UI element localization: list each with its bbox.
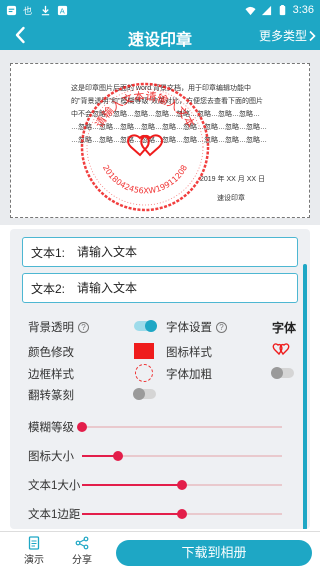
signal-icon: [261, 5, 271, 15]
icon-style-option: 图标样式: [166, 344, 212, 360]
svg-text:A: A: [60, 6, 65, 15]
slider-label: 文本1大小: [28, 480, 81, 492]
text1-label: 文本1:: [31, 245, 66, 260]
color-modify-label: 颜色修改: [28, 347, 74, 359]
blur-level-slider[interactable]: [77, 422, 282, 432]
share-button[interactable]: 分享: [62, 536, 102, 566]
settings-panel: 文本1: 文本2: 背景透明 ? 字体设置 ? 字体 颜色修改 图标样式 边框样…: [10, 229, 310, 529]
text1-margin-slider[interactable]: [82, 509, 282, 519]
text2-field[interactable]: 文本2:: [22, 273, 298, 303]
font-bold-label: 字体加粗: [166, 369, 212, 381]
font-name-button[interactable]: 字体: [272, 319, 296, 336]
text1-input[interactable]: [77, 245, 277, 259]
preview-document: 这是印章图片后面的 word 背景文档，用于印章编辑功能中 的"背景透明"和"模…: [10, 63, 310, 218]
status-time: 3:36: [292, 4, 314, 16]
icon-size-slider[interactable]: [82, 451, 282, 461]
flip-seal-label: 翻转篆刻: [28, 390, 74, 402]
stamp-text-bottom: 2018042456XW19911208: [101, 164, 189, 196]
bg-transparent-option: 背景透明 ?: [28, 319, 89, 335]
wifi-icon: [245, 6, 256, 15]
font-bold-toggle[interactable]: [271, 367, 294, 379]
border-style-label: 边框样式: [28, 369, 74, 381]
stamp-image: 请输入文本请输入文本 2018042456XW19911208: [80, 82, 210, 212]
bg-transparent-toggle[interactable]: [134, 320, 157, 332]
doc-signature: 速设印章: [217, 195, 245, 202]
slider-thumb[interactable]: [177, 509, 187, 519]
svg-text:也: 也: [23, 5, 32, 16]
slider-fill: [82, 513, 182, 515]
demo-button[interactable]: 演示: [14, 536, 54, 566]
document-icon: [28, 536, 40, 550]
icon-style-label: 图标样式: [166, 347, 212, 359]
more-types-label: 更多类型: [258, 29, 307, 43]
slider-label: 图标大小: [28, 451, 74, 463]
bg-transparent-label: 背景透明: [28, 322, 74, 334]
help-icon[interactable]: ?: [78, 321, 89, 333]
toggle-knob: [133, 388, 145, 400]
text1-field[interactable]: 文本1:: [22, 237, 298, 267]
toggle-knob: [145, 320, 157, 332]
slider-thumb[interactable]: [177, 480, 187, 490]
border-style-option: 边框样式: [28, 366, 74, 382]
slider-thumb[interactable]: [113, 451, 123, 461]
text1-size-slider[interactable]: [82, 480, 282, 490]
font-bold-option: 字体加粗: [166, 366, 212, 382]
slider-label: 文本1边距: [28, 509, 81, 521]
panel-scrollbar[interactable]: [303, 264, 307, 529]
border-style-preview[interactable]: [135, 364, 153, 382]
stamp-heart-icon: [127, 134, 163, 157]
demo-label: 演示: [24, 555, 44, 566]
color-swatch[interactable]: [134, 343, 154, 359]
stamp-preview-area: 这是印章图片后面的 word 背景文档，用于印章编辑功能中 的"背景透明"和"模…: [0, 50, 320, 225]
flip-seal-option: 翻转篆刻: [28, 387, 74, 403]
font-setting-label: 字体设置: [166, 322, 212, 334]
text-notification-icon: A: [57, 5, 68, 15]
bottom-bar: 演示 分享 下载到相册: [0, 531, 320, 569]
slider-label: 模糊等级: [28, 422, 74, 434]
app-notification-icon: 也: [23, 5, 32, 16]
download-notification-icon: [41, 5, 50, 15]
status-bar: 也 A 3:36: [0, 0, 320, 20]
share-label: 分享: [72, 555, 92, 566]
text2-label: 文本2:: [31, 281, 66, 296]
toggle-knob: [271, 367, 283, 379]
download-to-album-button[interactable]: 下载到相册: [116, 540, 312, 566]
help-icon[interactable]: ?: [216, 321, 227, 333]
slider-fill: [82, 484, 182, 486]
slider-thumb[interactable]: [77, 422, 87, 432]
chevron-right-icon: [309, 30, 316, 41]
font-setting-option: 字体设置 ?: [166, 319, 227, 335]
heart-icon[interactable]: [272, 342, 290, 358]
notification-icon: [6, 5, 17, 15]
app-bar: 速设印章 更多类型: [0, 20, 320, 50]
share-icon: [75, 536, 89, 550]
battery-icon: [279, 4, 285, 15]
color-modify-option: 颜色修改: [28, 344, 74, 360]
more-types-button[interactable]: 更多类型: [259, 27, 316, 44]
flip-seal-toggle[interactable]: [133, 388, 156, 400]
text2-input[interactable]: [77, 281, 277, 295]
